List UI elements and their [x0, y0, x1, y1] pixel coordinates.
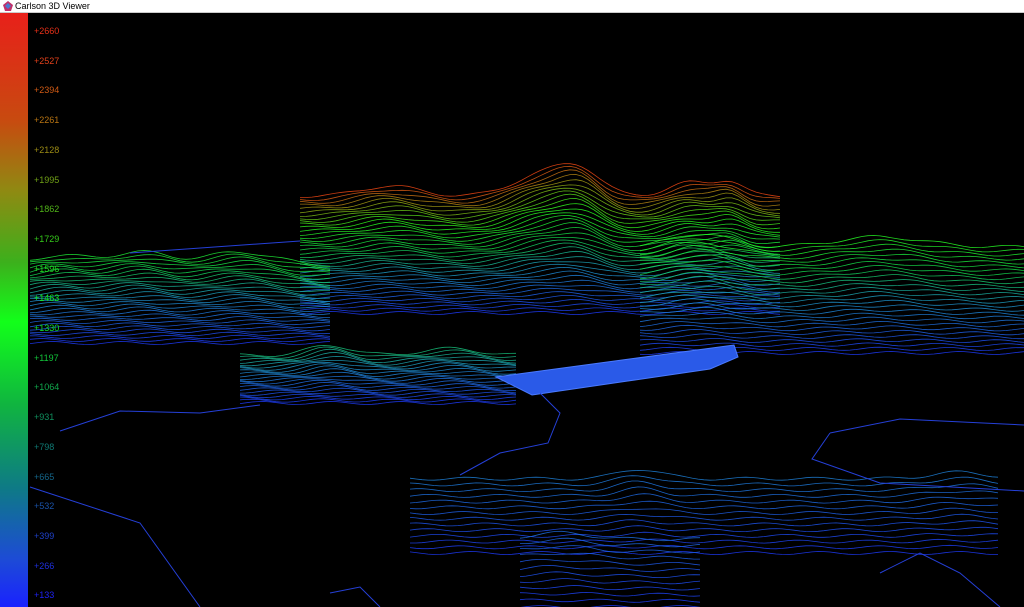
legend-tick: +1197	[34, 352, 59, 363]
viewer-window: Carlson 3D Viewer +2660 +2527 +2394 +226…	[0, 0, 1024, 607]
legend-tick: +1330	[34, 323, 60, 333]
water-plane	[494, 344, 739, 396]
legend-tick: +1729	[34, 233, 60, 244]
title-bar[interactable]: Carlson 3D Viewer	[0, 0, 1024, 13]
legend-tick: +266	[34, 560, 55, 571]
legend-tick: +532	[34, 501, 55, 512]
legend-tick: +665	[34, 471, 55, 482]
legend-tick: +798	[34, 441, 55, 452]
legend-tick: +2527	[34, 55, 60, 66]
legend-tick: +133	[34, 590, 55, 601]
legend-tick: +1862	[34, 204, 60, 215]
legend-tick: +1463	[34, 293, 60, 304]
terrain-contour-view[interactable]	[0, 13, 1024, 607]
legend-tick: +1064	[34, 382, 60, 393]
window-title: Carlson 3D Viewer	[15, 1, 90, 11]
legend-tick: +2261	[34, 115, 60, 126]
carlson-app-icon	[3, 1, 13, 11]
legend-tick: +2660	[34, 26, 60, 36]
legend-tick: +2128	[34, 144, 60, 155]
legend-tick: +931	[34, 412, 55, 423]
legend-tick: +1596	[34, 263, 60, 274]
legend-tick: +1995	[34, 174, 60, 185]
legend-tick: +2394	[34, 85, 60, 96]
3d-viewport[interactable]: +2660 +2527 +2394 +2261 +2128 +1995 +1862 +1729…	[0, 13, 1024, 607]
elevation-color-ramp	[0, 13, 28, 607]
legend-tick: +399	[34, 530, 55, 541]
